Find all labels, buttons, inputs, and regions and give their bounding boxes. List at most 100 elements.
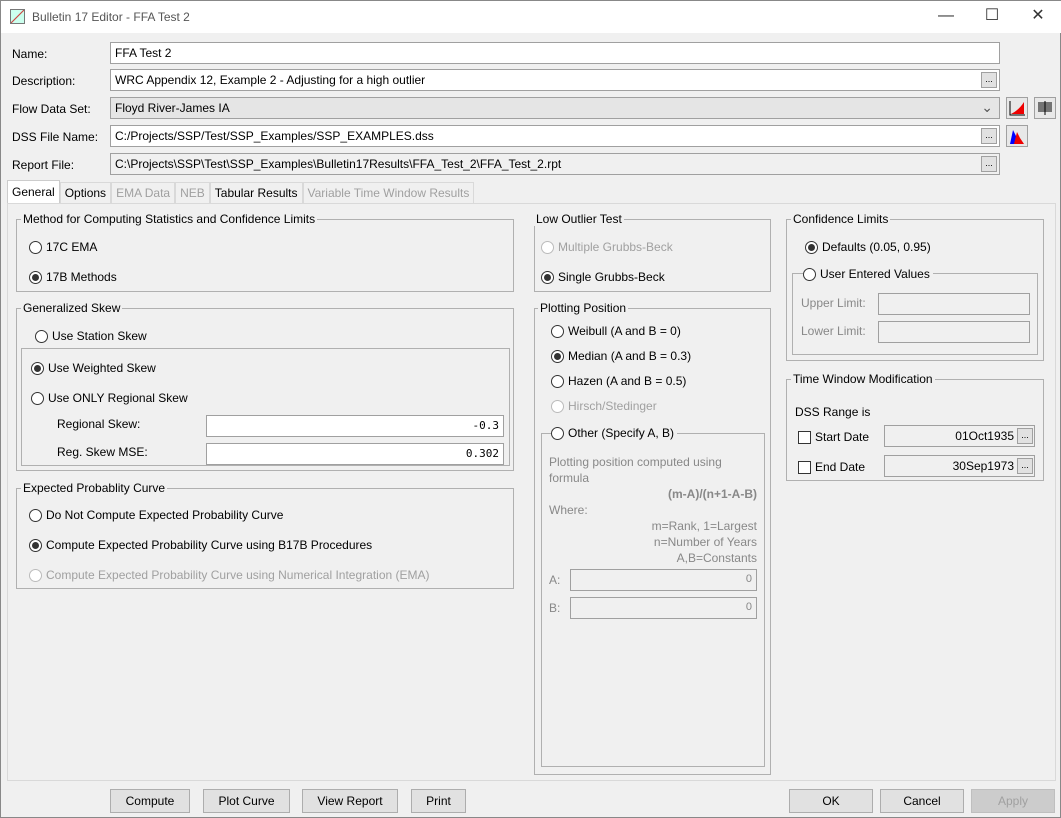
start-date-checkbox[interactable]: Start Date bbox=[798, 430, 870, 445]
description-input[interactable]: WRC Appendix 12, Example 2 - Adjusting f… bbox=[110, 69, 1000, 91]
radio-label: Compute Expected Probability Curve using… bbox=[46, 538, 373, 552]
dss-file-label: DSS File Name: bbox=[12, 130, 99, 144]
tabulate-data-button[interactable] bbox=[1034, 97, 1056, 119]
flow-data-set-value: Floyd River-James IA bbox=[115, 101, 230, 115]
dss-viewer-button[interactable] bbox=[1006, 125, 1028, 147]
radio-17b-methods[interactable]: 17B Methods bbox=[29, 270, 117, 285]
radio-icon bbox=[29, 509, 42, 523]
radio-single-grubbs-beck[interactable]: Single Grubbs-Beck bbox=[541, 270, 665, 285]
flow-data-set-label: Flow Data Set: bbox=[12, 102, 91, 116]
flow-data-set-select[interactable]: Floyd River-James IA ⌄ bbox=[110, 97, 1000, 119]
dss-range-label: DSS Range is bbox=[795, 405, 871, 419]
radio-label: User Entered Values bbox=[820, 267, 930, 281]
cancel-button[interactable]: Cancel bbox=[880, 789, 964, 813]
radio-selected-icon bbox=[29, 271, 42, 285]
radio-hazen[interactable]: Hazen (A and B = 0.5) bbox=[551, 374, 686, 389]
description-browse-button[interactable]: ... bbox=[981, 72, 997, 88]
histogram-icon bbox=[1010, 130, 1024, 144]
tab-bar: General Options EMA Data NEB Tabular Res… bbox=[7, 180, 475, 203]
print-button[interactable]: Print bbox=[411, 789, 466, 813]
radio-selected-icon bbox=[541, 271, 554, 285]
radio-17c-ema[interactable]: 17C EMA bbox=[29, 240, 98, 255]
radio-b17b-expected[interactable]: Compute Expected Probability Curve using… bbox=[29, 538, 373, 553]
tab-variable-time-window-results: Variable Time Window Results bbox=[302, 182, 475, 203]
checkbox-icon bbox=[798, 431, 811, 445]
regional-skew-input[interactable]: -0.3 bbox=[206, 415, 504, 437]
where-constants: A,B=Constants bbox=[676, 551, 757, 565]
radio-label: Hirsch/Stedinger bbox=[568, 399, 657, 413]
maximize-button[interactable]: ☐ bbox=[969, 5, 1015, 29]
radio-hirsch-stedinger: Hirsch/Stedinger bbox=[551, 399, 657, 414]
minimize-button[interactable]: — bbox=[923, 5, 969, 29]
report-file-label: Report File: bbox=[12, 158, 75, 172]
radio-weighted-skew[interactable]: Use Weighted Skew bbox=[31, 361, 156, 376]
expected-group-title: Expected Probablity Curve bbox=[21, 481, 168, 495]
radio-weibull[interactable]: Weibull (A and B = 0) bbox=[551, 324, 681, 339]
view-report-button[interactable]: View Report bbox=[302, 789, 398, 813]
dss-file-value: C:/Projects/SSP/Test/SSP_Examples/SSP_EX… bbox=[115, 129, 434, 143]
radio-label: Do Not Compute Expected Probability Curv… bbox=[46, 508, 284, 522]
window-title: Bulletin 17 Editor - FFA Test 2 bbox=[32, 10, 190, 24]
radio-other[interactable]: Other (Specify A, B) bbox=[551, 426, 678, 441]
tab-tabular-results[interactable]: Tabular Results bbox=[209, 182, 303, 203]
radio-icon bbox=[29, 569, 42, 583]
radio-icon bbox=[803, 268, 816, 282]
radio-selected-icon bbox=[29, 539, 42, 553]
checkbox-label: Start Date bbox=[815, 430, 870, 444]
start-date-picker-button[interactable]: ... bbox=[1017, 428, 1033, 444]
dss-file-input[interactable]: C:/Projects/SSP/Test/SSP_Examples/SSP_EX… bbox=[110, 125, 1000, 147]
description-label: Description: bbox=[12, 74, 76, 88]
radio-defaults[interactable]: Defaults (0.05, 0.95) bbox=[805, 240, 931, 255]
radio-selected-icon bbox=[551, 350, 564, 364]
method-group-title: Method for Computing Statistics and Conf… bbox=[21, 212, 318, 226]
radio-label: Weibull (A and B = 0) bbox=[568, 324, 681, 338]
radio-label: 17C EMA bbox=[46, 240, 98, 254]
dss-browse-button[interactable]: ... bbox=[981, 128, 997, 144]
radio-user-values[interactable]: User Entered Values bbox=[803, 267, 933, 282]
title-bar: Bulletin 17 Editor - FFA Test 2 — ☐ ✕ bbox=[1, 1, 1061, 33]
radio-regional-only[interactable]: Use ONLY Regional Skew bbox=[31, 391, 188, 406]
plot-curve-button[interactable]: Plot Curve bbox=[203, 789, 290, 813]
table-icon bbox=[1038, 101, 1052, 115]
lower-limit-label: Lower Limit: bbox=[801, 324, 866, 338]
confidence-title: Confidence Limits bbox=[791, 212, 891, 226]
radio-icon bbox=[29, 241, 42, 255]
name-input[interactable]: FFA Test 2 bbox=[110, 42, 1000, 64]
radio-icon bbox=[551, 427, 564, 441]
radio-median[interactable]: Median (A and B = 0.3) bbox=[551, 349, 691, 364]
close-button[interactable]: ✕ bbox=[1015, 5, 1061, 29]
reg-skew-mse-input[interactable]: 0.302 bbox=[206, 443, 504, 465]
end-date-field: 30Sep1973 bbox=[884, 455, 1035, 477]
apply-button: Apply bbox=[971, 789, 1055, 813]
radio-selected-icon bbox=[805, 241, 818, 255]
name-label: Name: bbox=[12, 47, 48, 61]
tab-options[interactable]: Options bbox=[59, 182, 112, 203]
radio-no-expected[interactable]: Do Not Compute Expected Probability Curv… bbox=[29, 508, 284, 523]
where-label: Where: bbox=[549, 503, 588, 517]
plotting-desc-line2: formula bbox=[549, 471, 590, 485]
radio-label: Multiple Grubbs-Beck bbox=[558, 240, 673, 254]
ok-button[interactable]: OK bbox=[789, 789, 873, 813]
tab-ema-data: EMA Data bbox=[111, 182, 176, 203]
tab-neb: NEB bbox=[175, 182, 210, 203]
checkbox-label: End Date bbox=[815, 460, 866, 474]
end-date-picker-button[interactable]: ... bbox=[1017, 458, 1033, 474]
radio-label: Other (Specify A, B) bbox=[568, 426, 675, 440]
where-years: n=Number of Years bbox=[653, 535, 757, 549]
plotting-title: Plotting Position bbox=[538, 301, 629, 315]
radio-icon bbox=[31, 392, 44, 406]
a-label: A: bbox=[549, 573, 561, 587]
report-file-input: C:\Projects\SSP\Test\SSP_Examples\Bullet… bbox=[110, 153, 1000, 175]
radio-label: Use ONLY Regional Skew bbox=[48, 391, 188, 405]
compute-button[interactable]: Compute bbox=[110, 789, 190, 813]
radio-station-skew[interactable]: Use Station Skew bbox=[35, 329, 147, 344]
radio-selected-icon bbox=[31, 362, 44, 376]
report-browse-button[interactable]: ... bbox=[981, 156, 997, 172]
tab-general[interactable]: General bbox=[7, 180, 60, 203]
plot-data-button[interactable] bbox=[1006, 97, 1028, 119]
end-date-checkbox[interactable]: End Date bbox=[798, 460, 866, 475]
chevron-down-icon: ⌄ bbox=[981, 99, 993, 115]
low-outlier-title: Low Outlier Test bbox=[534, 212, 624, 226]
time-window-title: Time Window Modification bbox=[791, 372, 935, 386]
plotting-desc-line1: Plotting position computed using bbox=[549, 455, 722, 469]
